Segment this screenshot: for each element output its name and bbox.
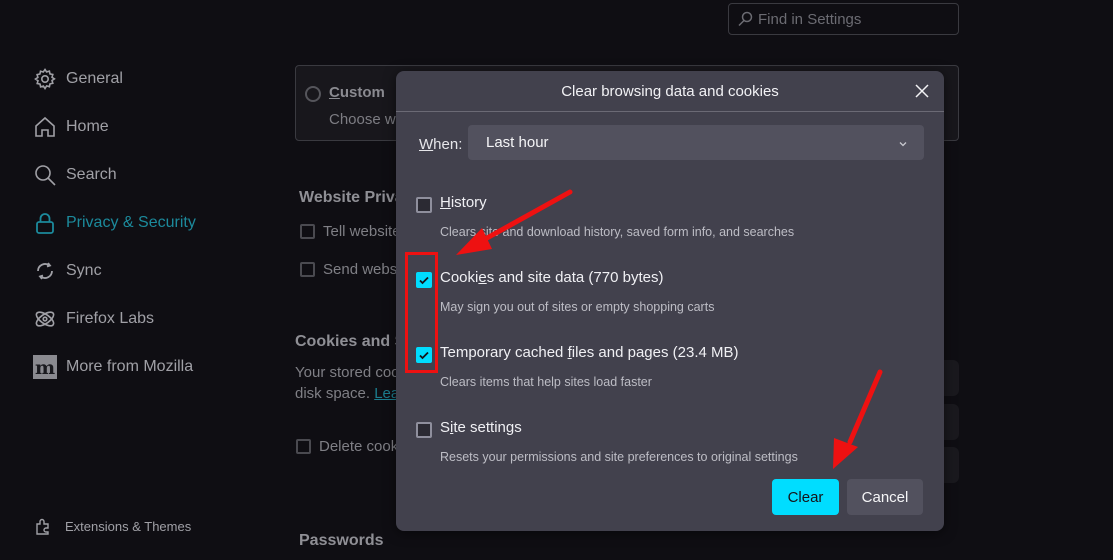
mozilla-m-icon: m	[33, 355, 57, 379]
lock-icon	[33, 211, 57, 235]
close-icon	[915, 84, 929, 98]
atom-icon	[33, 307, 57, 331]
sidebar-item-home[interactable]: Home	[33, 113, 109, 141]
clear-button[interactable]: Clear	[772, 479, 839, 515]
puzzle-icon	[34, 516, 54, 536]
annotation-highlight-box	[405, 252, 438, 373]
sidebar-item-extensions-themes[interactable]: Extensions & Themes	[34, 512, 191, 540]
when-label: When:	[419, 136, 463, 153]
sidebar-item-label: Sync	[66, 262, 102, 279]
sidebar-item-label: Extensions & Themes	[65, 518, 192, 534]
sidebar-item-label: General	[66, 70, 123, 87]
tell-websites-label: Tell website	[323, 223, 401, 240]
when-select[interactable]: Last hour	[468, 125, 924, 160]
sidebar-item-label: Search	[66, 166, 117, 183]
home-icon	[33, 115, 57, 139]
sidebar-item-label: Privacy & Security	[66, 214, 196, 231]
custom-description: Choose wh	[329, 111, 405, 128]
custom-label: Custom	[329, 84, 385, 101]
sidebar-item-label: Firefox Labs	[66, 310, 155, 327]
close-button[interactable]	[912, 81, 932, 101]
cookies-description: May sign you out of sites or empty shopp…	[440, 300, 715, 314]
cancel-button[interactable]: Cancel	[847, 479, 923, 515]
site-settings-description: Resets your permissions and site prefere…	[440, 450, 798, 464]
when-value: Last hour	[486, 134, 549, 151]
svg-text:m: m	[35, 357, 55, 379]
chevron-down-icon	[898, 136, 908, 153]
search-icon	[33, 163, 57, 187]
sidebar-item-label: Home	[66, 118, 109, 135]
send-websites-checkbox[interactable]	[300, 262, 315, 277]
dialog-header: Clear browsing data and cookies	[396, 71, 944, 112]
sidebar-item-firefox-labs[interactable]: Firefox Labs	[33, 305, 154, 333]
site-settings-checkbox[interactable]	[416, 422, 432, 438]
tell-websites-checkbox[interactable]	[300, 224, 315, 239]
delete-cookies-checkbox[interactable]	[296, 439, 311, 454]
sidebar-item-label: More from Mozilla	[66, 358, 194, 375]
cookies-heading: Cookies and S	[295, 333, 406, 350]
when-row: When: Last hour	[419, 125, 924, 160]
sidebar-item-more-from-mozilla[interactable]: m More from Mozilla	[33, 353, 193, 381]
delete-cookies-label: Delete cook	[319, 438, 399, 455]
sidebar-item-privacy-security[interactable]: Privacy & Security	[33, 209, 196, 237]
sidebar: General Home Search Privacy & Security S…	[0, 0, 260, 560]
history-label[interactable]: History	[440, 194, 487, 211]
passwords-heading: Passwords	[299, 532, 384, 549]
send-websites-label: Send websi	[323, 261, 401, 278]
cache-description: Clears items that help sites load faster	[440, 375, 652, 389]
cache-label[interactable]: Temporary cached files and pages (23.4 M…	[440, 344, 739, 361]
website-privacy-heading: Website Priva	[299, 189, 404, 206]
clear-data-dialog: Clear browsing data and cookies When: La…	[396, 71, 944, 531]
site-settings-label[interactable]: Site settings	[440, 419, 522, 436]
sync-icon	[33, 259, 57, 283]
cookies-description-2: disk space. Lear	[295, 385, 405, 402]
sidebar-item-search[interactable]: Search	[33, 161, 117, 189]
history-checkbox[interactable]	[416, 197, 432, 213]
gear-icon	[33, 67, 57, 91]
search-input[interactable]: Find in Settings	[728, 3, 959, 35]
cookies-label[interactable]: Cookies and site data (770 bytes)	[440, 269, 663, 286]
search-placeholder: Find in Settings	[758, 10, 862, 28]
custom-radio[interactable]	[305, 86, 321, 102]
cookies-description: Your stored coo	[295, 364, 400, 381]
sidebar-item-sync[interactable]: Sync	[33, 257, 102, 285]
sidebar-item-general[interactable]: General	[33, 65, 123, 93]
dialog-title: Clear browsing data and cookies	[561, 82, 779, 100]
search-icon	[737, 11, 753, 27]
history-description: Clears site and download history, saved …	[440, 225, 795, 239]
